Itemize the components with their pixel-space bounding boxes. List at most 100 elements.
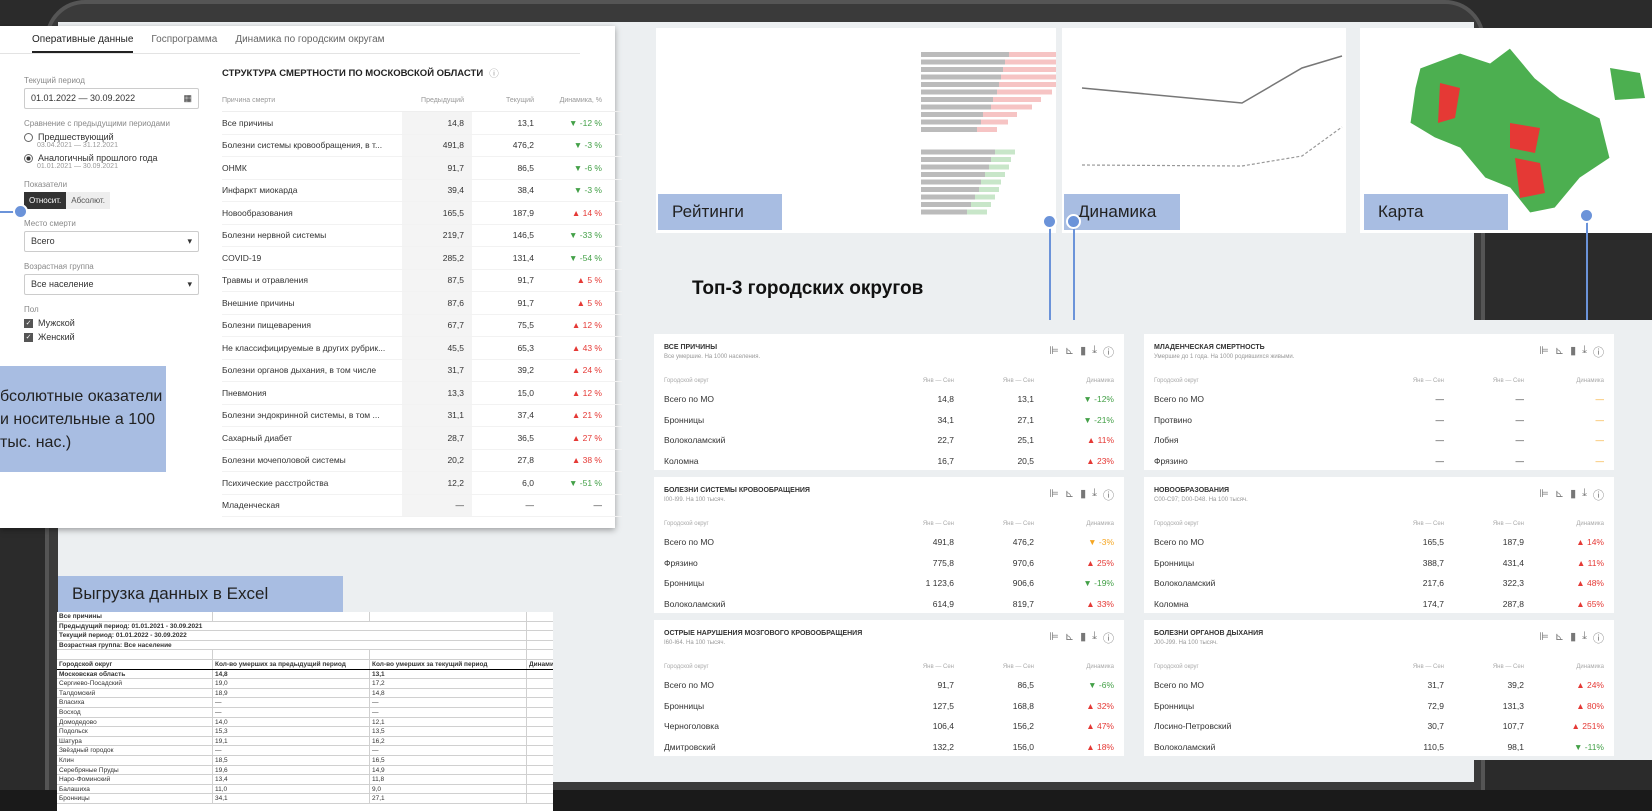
tab-district-dynamics[interactable]: Динамика по городским округам xyxy=(235,34,384,45)
absolute-button[interactable]: Абсолют. xyxy=(66,192,110,209)
info-icon[interactable]: ⓘ xyxy=(1103,487,1114,503)
line-chart-icon[interactable]: ⊾ xyxy=(1065,630,1074,646)
table-row[interactable]: ОНМК 91,7 86,5 ▼ -6 % xyxy=(222,157,622,180)
table-row[interactable]: Не классифицируемые в других рубрик... 45… xyxy=(222,337,622,360)
table-row[interactable]: Болезни эндокринной системы, в том ... 31… xyxy=(222,404,622,427)
excel-cell: -21% xyxy=(527,689,553,698)
bar-chart-icon[interactable]: ⊫ xyxy=(1049,630,1059,646)
radio-previous[interactable]: Предшествующий xyxy=(24,132,199,142)
map-icon[interactable]: ▮ xyxy=(1080,487,1086,503)
card-row[interactable]: Всего по МО 91,7 86,5 ▼ -6% xyxy=(664,680,1114,690)
table-row[interactable]: Младенческая — — — xyxy=(222,494,622,517)
age-select[interactable]: Все население ▾ xyxy=(24,274,199,295)
info-icon[interactable]: ⓘ xyxy=(1593,487,1604,503)
card-row[interactable]: Волоколамский 614,9 819,7 ▲ 33% xyxy=(664,599,1114,609)
rating-bar-decrease xyxy=(989,164,1009,170)
bar-chart-icon[interactable]: ⊫ xyxy=(1049,344,1059,360)
table-row[interactable]: Болезни нервной системы 219,7 146,5 ▼ -33 % xyxy=(222,224,622,247)
radio-last-year[interactable]: Аналогичный прошлого года xyxy=(24,153,199,163)
line-chart-icon[interactable]: ⊾ xyxy=(1555,630,1564,646)
table-row[interactable]: Травмы и отравления 87,5 91,7 ▲ 5 % xyxy=(222,269,622,292)
download-icon[interactable]: ⤓ xyxy=(1092,630,1097,646)
table-row[interactable]: Болезни пищеварения 67,7 75,5 ▲ 12 % xyxy=(222,314,622,337)
info-icon[interactable]: ⓘ xyxy=(1103,344,1114,360)
card-row[interactable]: Лосино-Петровский 30,7 107,7 ▲ 251% xyxy=(1154,721,1604,731)
table-row[interactable]: Внешние причины 87,6 91,7 ▲ 5 % xyxy=(222,292,622,315)
table-row[interactable]: Болезни мочеполовой системы 20,2 27,8 ▲ 38 … xyxy=(222,449,622,472)
bar-chart-icon[interactable]: ⊫ xyxy=(1539,630,1549,646)
card-row[interactable]: Всего по МО 31,7 39,2 ▲ 24% xyxy=(1154,680,1604,690)
col-current[interactable]: Текущий xyxy=(472,97,542,104)
rating-bar-decrease xyxy=(979,187,999,192)
info-icon[interactable]: ⓘ xyxy=(1103,630,1114,646)
card-col: Динамика xyxy=(1576,664,1604,670)
line-chart-icon[interactable]: ⊾ xyxy=(1555,487,1564,503)
table-row[interactable]: Все причины 14,8 13,1 ▼ -12 % xyxy=(222,112,622,135)
info-icon[interactable]: ⓘ xyxy=(1593,630,1604,646)
card-row[interactable]: Бронницы 34,1 27,1 ▼ -21% xyxy=(664,415,1114,425)
bar-chart-icon[interactable]: ⊫ xyxy=(1049,487,1059,503)
card-row[interactable]: Волоколамский 22,7 25,1 ▲ 11% xyxy=(664,435,1114,445)
rating-bar-increase xyxy=(991,104,1032,110)
table-cell: ▲ 12 % xyxy=(571,320,602,331)
card-row[interactable]: Бронницы 127,5 168,8 ▲ 32% xyxy=(664,701,1114,711)
map-icon[interactable]: ▮ xyxy=(1570,344,1576,360)
checkbox-female[interactable]: ✓ Женский xyxy=(24,332,199,342)
card-row[interactable]: Черноголовка 106,4 156,2 ▲ 47% xyxy=(664,721,1114,731)
line-chart-icon[interactable]: ⊾ xyxy=(1065,344,1074,360)
table-row[interactable]: Сахарный диабет 28,7 36,5 ▲ 27 % xyxy=(222,427,622,450)
place-select[interactable]: Всего ▾ xyxy=(24,231,199,252)
checkbox-male[interactable]: ✓ Мужской xyxy=(24,318,199,328)
card-row[interactable]: Лобня — — — xyxy=(1154,435,1604,445)
line-chart-icon[interactable]: ⊾ xyxy=(1555,344,1564,360)
table-row[interactable]: Инфаркт миокарда 39,4 38,4 ▼ -3 % xyxy=(222,179,622,202)
card-row[interactable]: Всего по МО — — — xyxy=(1154,394,1604,404)
download-icon[interactable]: ⤓ xyxy=(1092,487,1097,503)
download-icon[interactable]: ⤓ xyxy=(1582,487,1587,503)
table-row[interactable]: Пневмония 13,3 15,0 ▲ 12 % xyxy=(222,382,622,405)
bar-chart-icon[interactable]: ⊫ xyxy=(1539,344,1549,360)
map-icon[interactable]: ▮ xyxy=(1080,630,1086,646)
table-row[interactable]: Психические расстройства 12,2 6,0 ▼ -51 % xyxy=(222,472,622,495)
excel-cell: 27,1 xyxy=(370,794,527,803)
card-row[interactable]: Волоколамский 110,5 98,1 ▼ -11% xyxy=(1154,742,1604,752)
download-icon[interactable]: ⤓ xyxy=(1582,344,1587,360)
card-row[interactable]: Всего по МО 491,8 476,2 ▼ -3% xyxy=(664,537,1114,547)
table-cell: 31,1 xyxy=(402,404,472,426)
map-icon[interactable]: ▮ xyxy=(1080,344,1086,360)
table-row[interactable]: COVID-19 285,2 131,4 ▼ -54 % xyxy=(222,247,622,270)
rating-bar-increase xyxy=(999,82,1056,87)
table-row[interactable]: Болезни системы кровообращения, в т... 49… xyxy=(222,134,622,157)
info-icon[interactable]: ⓘ xyxy=(1593,344,1604,360)
card-row[interactable]: Всего по МО 165,5 187,9 ▲ 14% xyxy=(1154,537,1604,547)
card-row[interactable]: Фрязино — — — xyxy=(1154,456,1604,466)
map-icon[interactable]: ▮ xyxy=(1570,630,1576,646)
excel-cell: — xyxy=(370,707,527,717)
card-row[interactable]: Бронницы 388,7 431,4 ▲ 11% xyxy=(1154,558,1604,568)
card-row[interactable]: Волоколамский 217,6 322,3 ▲ 48% xyxy=(1154,578,1604,588)
card-row[interactable]: Бронницы 1 123,6 906,6 ▼ -19% xyxy=(664,578,1114,588)
table-row[interactable]: Болезни органов дыхания, в том числе 31,7… xyxy=(222,359,622,382)
download-icon[interactable]: ⤓ xyxy=(1582,630,1587,646)
card-row[interactable]: Дмитровский 132,2 156,0 ▲ 18% xyxy=(664,742,1114,752)
card-row[interactable]: Бронницы 72,9 131,3 ▲ 80% xyxy=(1154,701,1604,711)
tab-program[interactable]: Госпрограмма xyxy=(151,34,217,45)
card-row[interactable]: Фрязино 775,8 970,6 ▲ 25% xyxy=(664,558,1114,568)
bar-chart-icon[interactable]: ⊫ xyxy=(1539,487,1549,503)
table-row[interactable]: Новообразования 165,5 187,9 ▲ 14 % xyxy=(222,202,622,225)
col-previous[interactable]: Предыдущий xyxy=(402,97,472,104)
info-icon[interactable]: ⓘ xyxy=(489,66,499,80)
col-dynamics[interactable]: Динамика, % xyxy=(542,97,602,104)
card-row[interactable]: Протвино — — — xyxy=(1154,415,1604,425)
relative-button[interactable]: Относит. xyxy=(24,192,67,209)
download-icon[interactable]: ⤓ xyxy=(1092,344,1097,360)
period-input[interactable]: 01.01.2022 — 30.09.2022 ▦ xyxy=(24,88,199,109)
tab-operational[interactable]: Оперативные данные xyxy=(32,34,134,53)
card-cell: 14,8 xyxy=(937,394,954,404)
table-cell: 87,6 xyxy=(402,292,472,314)
card-row[interactable]: Коломна 174,7 287,8 ▲ 65% xyxy=(1154,599,1604,609)
map-icon[interactable]: ▮ xyxy=(1570,487,1576,503)
card-row[interactable]: Всего по МО 14,8 13,1 ▼ -12% xyxy=(664,394,1114,404)
line-chart-icon[interactable]: ⊾ xyxy=(1065,487,1074,503)
card-row[interactable]: Коломна 16,7 20,5 ▲ 23% xyxy=(664,456,1114,466)
